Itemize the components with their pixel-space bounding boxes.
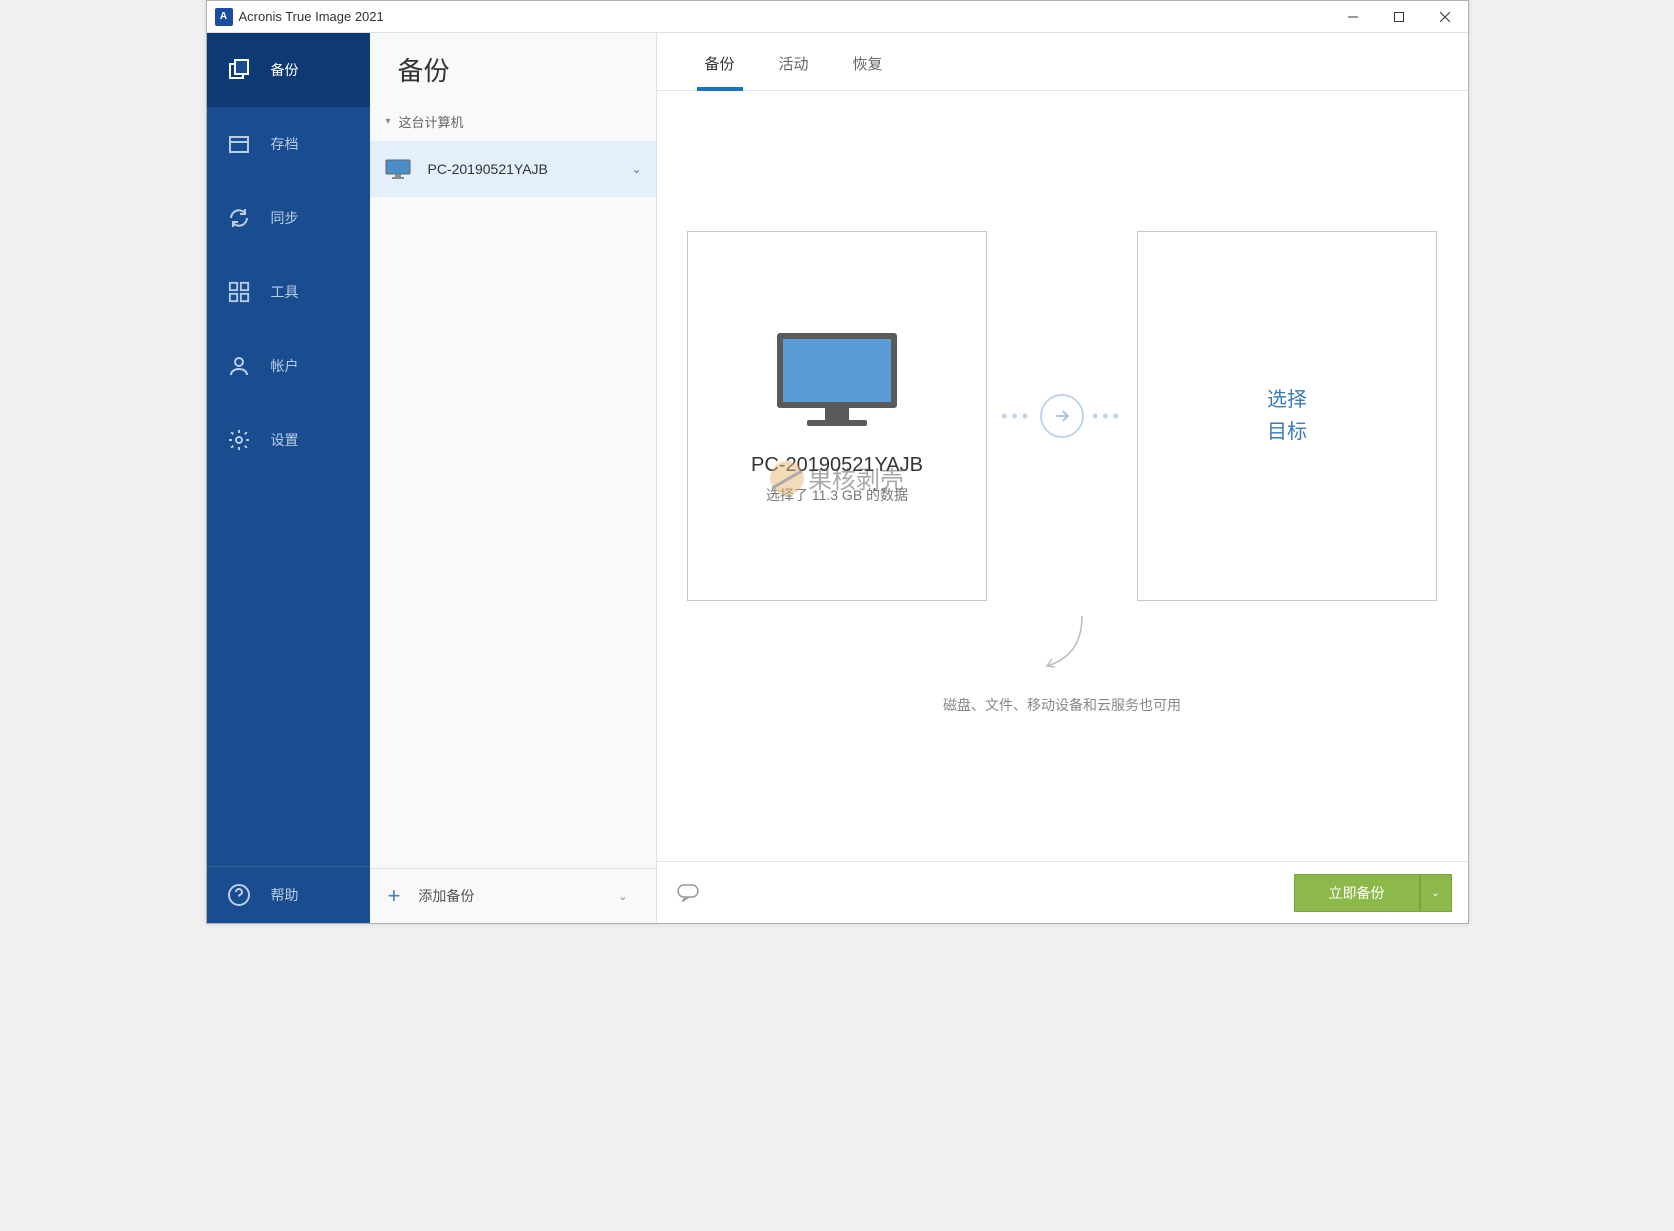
app-icon: A <box>215 8 233 26</box>
close-button[interactable] <box>1422 1 1468 33</box>
app-title: Acronis True Image 2021 <box>239 9 1330 24</box>
sidebar-item-label: 同步 <box>271 208 299 228</box>
sidebar-item-label: 设置 <box>271 430 299 450</box>
titlebar: A Acronis True Image 2021 <box>207 1 1468 33</box>
flow-connector: ••• ••• <box>987 394 1137 438</box>
plus-icon: + <box>388 883 401 909</box>
archive-icon <box>227 132 251 156</box>
tabs: 备份 活动 恢复 <box>657 33 1468 91</box>
tools-icon <box>227 280 251 304</box>
source-name: PC-20190521YAJB <box>751 454 923 477</box>
chevron-down-icon[interactable]: ⌄ <box>631 162 641 176</box>
source-size-text: 选择了 11.3 GB 的数据 <box>766 485 908 505</box>
sidebar-item-label: 工具 <box>271 282 299 302</box>
comment-icon[interactable] <box>677 884 701 902</box>
sidebar-item-backup[interactable]: 备份 <box>207 33 370 107</box>
sidebar-item-help[interactable]: 帮助 <box>207 867 370 923</box>
backup-group-header[interactable]: ▾ 这台计算机 <box>370 102 656 141</box>
add-backup-button[interactable]: + 添加备份 <box>388 883 609 909</box>
backup-list-item[interactable]: PC-20190521YAJB ⌄ <box>370 141 656 197</box>
dots-icon: ••• <box>1001 406 1032 427</box>
chevron-down-icon: ⌄ <box>1431 886 1440 899</box>
backup-destination-card[interactable]: 选择 目标 <box>1137 231 1437 601</box>
settings-icon <box>227 428 251 452</box>
sidebar-item-account[interactable]: 帐户 <box>207 329 370 403</box>
backup-now-dropdown[interactable]: ⌄ <box>1420 874 1452 912</box>
backup-group-label: 这台计算机 <box>399 112 464 131</box>
tab-backup[interactable]: 备份 <box>687 53 753 90</box>
backup-list-panel: 备份 ▾ 这台计算机 PC-20190521YAJB ⌄ + 添加备份 <box>370 33 657 923</box>
copy-icon <box>227 58 251 82</box>
chevron-down-icon: ▾ <box>386 116 391 127</box>
sidebar: 备份 存档 同步 工具 <box>207 33 370 923</box>
tab-activity[interactable]: 活动 <box>761 53 827 90</box>
account-icon <box>227 354 251 378</box>
add-backup-label: 添加备份 <box>418 886 474 906</box>
sidebar-item-sync[interactable]: 同步 <box>207 181 370 255</box>
hint-arrow-icon <box>687 611 1438 681</box>
pc-monitor-icon <box>384 159 412 179</box>
hint-text: 磁盘、文件、移动设备和云服务也可用 <box>687 695 1438 715</box>
dest-line1: 选择 <box>1267 384 1307 416</box>
sidebar-item-settings[interactable]: 设置 <box>207 403 370 477</box>
sidebar-item-tools[interactable]: 工具 <box>207 255 370 329</box>
backup-item-label: PC-20190521YAJB <box>428 161 632 177</box>
backup-source-card[interactable]: 果核剥壳 PC-20190521YAJB 选择了 11.3 GB 的数据 <box>687 231 987 601</box>
sidebar-help-label: 帮助 <box>271 885 299 905</box>
pc-monitor-icon <box>767 328 907 438</box>
arrow-right-icon <box>1040 394 1084 438</box>
sidebar-item-archive[interactable]: 存档 <box>207 107 370 181</box>
sidebar-item-label: 备份 <box>271 60 299 80</box>
backup-now-button[interactable]: 立即备份 <box>1294 874 1420 912</box>
help-icon <box>227 883 251 907</box>
sync-icon <box>227 206 251 230</box>
sidebar-item-label: 帐户 <box>271 356 299 376</box>
maximize-button[interactable] <box>1376 1 1422 33</box>
content-panel: 备份 活动 恢复 <box>657 33 1468 923</box>
dest-line2: 目标 <box>1267 416 1307 448</box>
sidebar-item-label: 存档 <box>271 134 299 154</box>
dots-icon: ••• <box>1092 406 1123 427</box>
tab-recovery[interactable]: 恢复 <box>835 53 901 90</box>
app-window: A Acronis True Image 2021 备份 <box>206 0 1469 924</box>
backup-panel-title: 备份 <box>370 33 656 102</box>
add-backup-dropdown[interactable]: ⌄ <box>608 886 637 907</box>
minimize-button[interactable] <box>1330 1 1376 33</box>
